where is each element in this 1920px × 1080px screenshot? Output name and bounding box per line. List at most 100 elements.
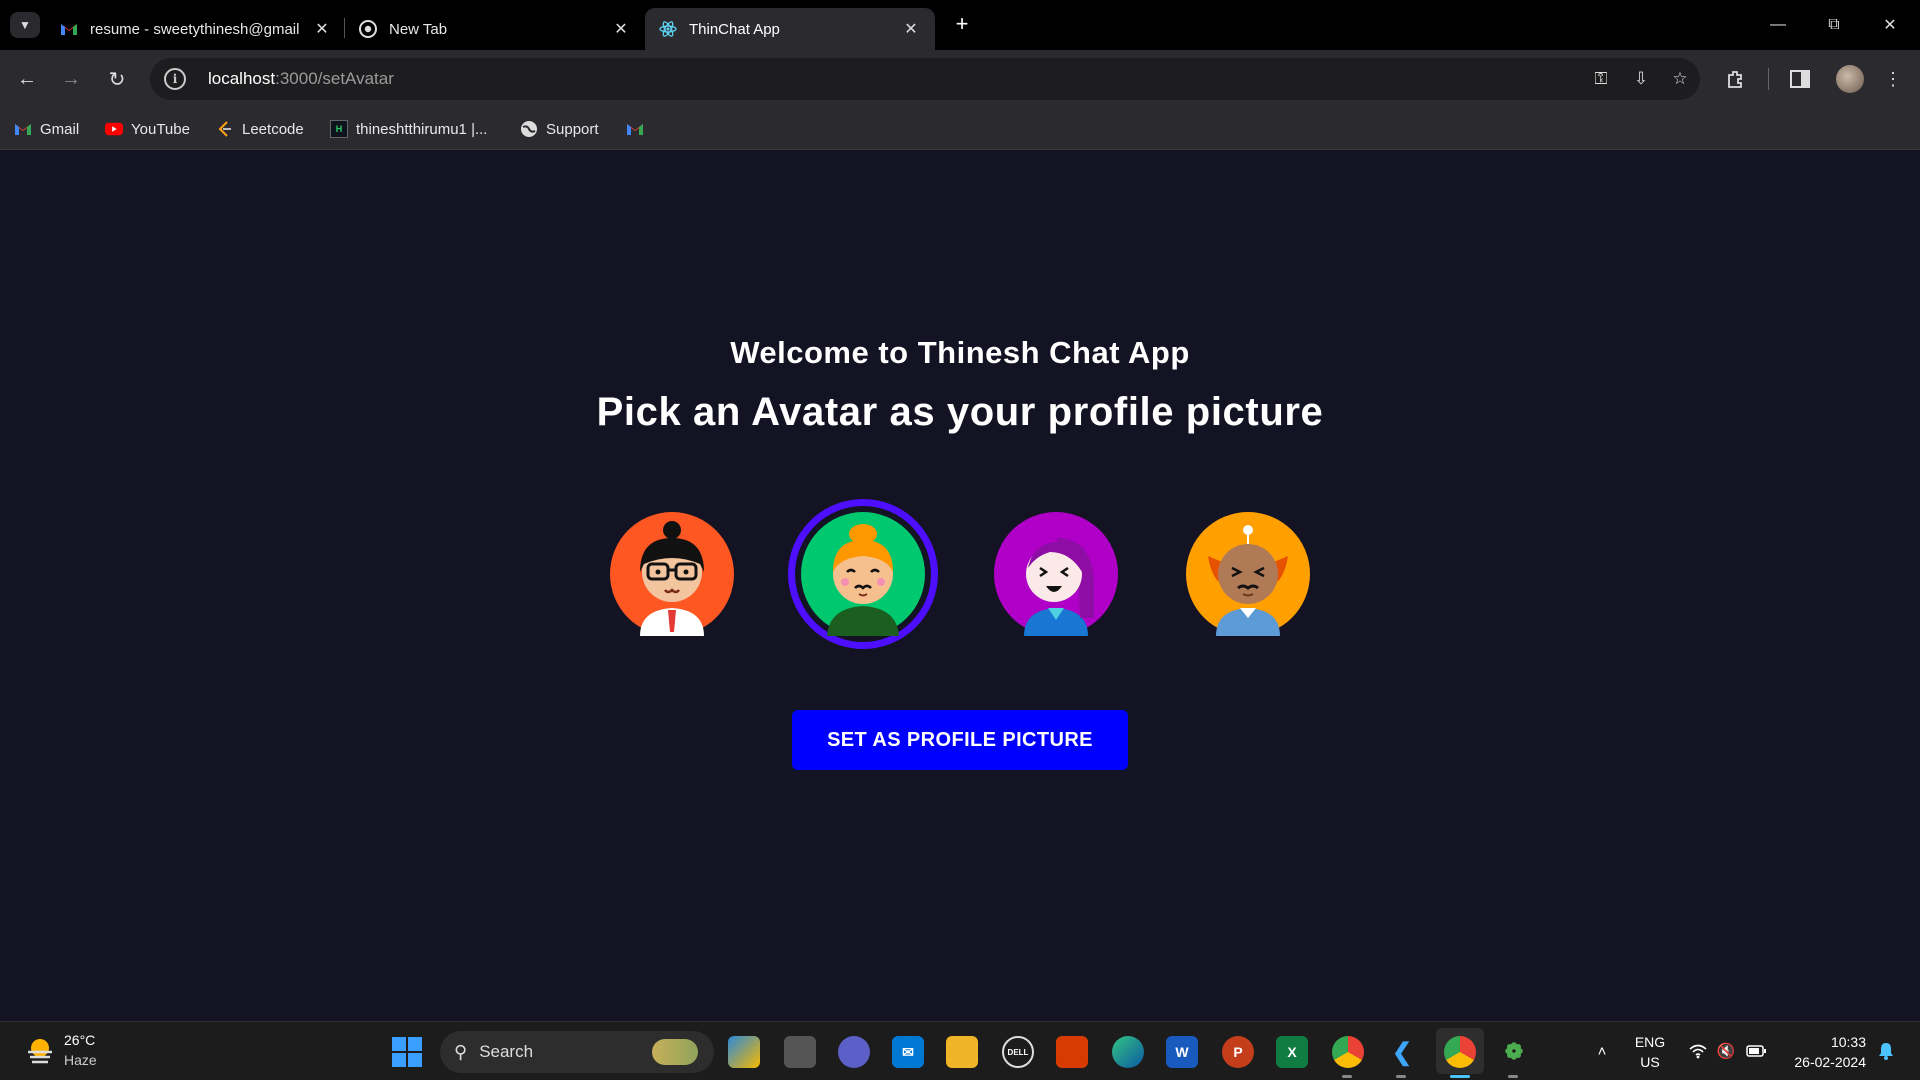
bookmark-hackerrank[interactable]: H thineshtthirumu1 |...: [330, 117, 487, 141]
search-highlight-icon: [652, 1039, 698, 1065]
edge-icon[interactable]: [1112, 1036, 1144, 1068]
mongodb-icon[interactable]: ❁: [1498, 1036, 1530, 1068]
excel-icon[interactable]: X: [1276, 1036, 1308, 1068]
restore-button[interactable]: ⧉: [1814, 10, 1854, 40]
set-profile-picture-button[interactable]: SET AS PROFILE PICTURE: [792, 710, 1128, 770]
site-info-icon[interactable]: i: [164, 68, 186, 90]
minimize-icon: —: [1770, 16, 1786, 33]
bookmark-label: YouTube: [131, 120, 190, 138]
language-indicator[interactable]: ENG US: [1630, 1032, 1670, 1072]
close-icon[interactable]: ✕: [901, 19, 921, 39]
bookmark-support[interactable]: Support: [520, 117, 599, 141]
copilot-icon[interactable]: [728, 1036, 760, 1068]
office-icon[interactable]: [1056, 1036, 1088, 1068]
haze-weather-icon[interactable]: [24, 1036, 56, 1066]
page-heading: Pick an Avatar as your profile picture: [596, 390, 1324, 434]
profile-avatar[interactable]: [1836, 65, 1864, 93]
file-explorer-icon[interactable]: [946, 1036, 978, 1068]
avatar-bun: [801, 512, 925, 636]
gmail-icon: [626, 120, 644, 138]
url-host: localhost: [208, 69, 276, 88]
chrome-icon: [359, 20, 377, 38]
leetcode-icon: [216, 120, 234, 138]
bookmark-youtube[interactable]: YouTube: [105, 117, 190, 141]
reload-icon: ↻: [108, 68, 126, 91]
tab-search-button[interactable]: ▼: [10, 12, 40, 38]
tab-title: New Tab: [389, 20, 448, 38]
back-button[interactable]: ←: [12, 64, 42, 94]
clock-time: 10:33: [1830, 1034, 1866, 1050]
address-bar[interactable]: i localhost:3000/setAvatar ⚿ ⇩ ☆: [150, 58, 1700, 100]
avatar-purple-hair: [994, 512, 1118, 636]
extensions-icon[interactable]: [1722, 65, 1750, 93]
app-running-indicator: [1342, 1075, 1352, 1078]
task-view-icon[interactable]: [784, 1036, 816, 1068]
chevron-up-icon[interactable]: ˄: [1592, 1040, 1612, 1062]
battery-icon[interactable]: [1746, 1040, 1766, 1062]
avatar-option-2[interactable]: [788, 499, 938, 649]
windows-start-icon[interactable]: [392, 1037, 422, 1067]
wifi-icon[interactable]: [1688, 1040, 1708, 1062]
language-code: ENG: [1634, 1034, 1666, 1050]
bookmark-label: Leetcode: [242, 120, 304, 138]
url-path: :3000/setAvatar: [275, 69, 394, 88]
tab-strip: ▼ resume - sweetythinesh@gmail ✕ New Tab…: [0, 0, 1920, 50]
app-running-indicator: [1396, 1075, 1406, 1078]
bookmark-gmail[interactable]: Gmail: [14, 117, 79, 141]
app-running-indicator: [1508, 1075, 1518, 1078]
chrome-profile-icon[interactable]: [1332, 1036, 1364, 1068]
forward-button[interactable]: →: [56, 64, 86, 94]
close-icon[interactable]: ✕: [611, 19, 631, 39]
tab-new-tab[interactable]: New Tab ✕: [345, 8, 645, 50]
bookmark-label: Gmail: [40, 120, 80, 138]
tab-gmail[interactable]: resume - sweetythinesh@gmail ✕: [46, 8, 346, 50]
search-icon: ⚲: [454, 1041, 468, 1062]
close-icon[interactable]: ✕: [312, 19, 332, 39]
word-icon[interactable]: W: [1166, 1036, 1198, 1068]
windows-taskbar: 26°C Haze ⚲ Search ✉ DELL W P X ❮ ❁ ˄ EN…: [0, 1021, 1920, 1080]
avatar-option-4[interactable]: [1186, 512, 1310, 636]
powerpoint-icon[interactable]: P: [1222, 1036, 1254, 1068]
bookmark-gmail-2[interactable]: [626, 117, 652, 141]
menu-icon[interactable]: ⋮: [1879, 65, 1907, 93]
search-placeholder: Search: [479, 1042, 534, 1061]
notification-bell-icon[interactable]: [1876, 1040, 1896, 1062]
side-panel-icon[interactable]: [1786, 65, 1814, 93]
globe-icon: [520, 120, 538, 138]
gmail-icon: [14, 120, 32, 138]
clock[interactable]: 10:33 26-02-2024: [1782, 1032, 1866, 1072]
bookmark-label: thineshtthirumu1 |...: [356, 120, 488, 138]
install-app-icon[interactable]: ⇩: [1630, 68, 1652, 90]
tab-thinchat[interactable]: ThinChat App ✕: [645, 8, 935, 50]
hackerrank-icon: H: [330, 120, 348, 138]
avatar-option-1[interactable]: [610, 512, 734, 636]
region-code: US: [1640, 1054, 1660, 1070]
volume-muted-icon[interactable]: 🔇: [1716, 1040, 1736, 1062]
close-window-button[interactable]: ✕: [1870, 10, 1910, 40]
chevron-down-icon: ▼: [19, 18, 31, 32]
key-icon[interactable]: ⚿: [1590, 68, 1612, 90]
star-icon[interactable]: ☆: [1669, 68, 1691, 90]
gmail-icon: [60, 20, 78, 38]
mail-icon[interactable]: ✉: [892, 1036, 924, 1068]
tab-title: resume - sweetythinesh@gmail: [90, 20, 300, 38]
vscode-icon[interactable]: ❮: [1386, 1036, 1418, 1068]
bookmark-leetcode[interactable]: Leetcode: [216, 117, 304, 141]
app-active-indicator: [1450, 1075, 1470, 1078]
react-icon: [659, 20, 677, 38]
set-avatar-page: Welcome to Thinesh Chat App Pick an Avat…: [0, 151, 1920, 1021]
teams-chat-icon[interactable]: [838, 1036, 870, 1068]
dell-icon[interactable]: DELL: [1002, 1036, 1034, 1068]
arrow-right-icon: →: [61, 67, 81, 90]
new-tab-button[interactable]: +: [950, 12, 974, 38]
weather-description: Haze: [64, 1052, 97, 1068]
minimize-button[interactable]: —: [1758, 10, 1798, 40]
plus-icon: +: [955, 11, 969, 36]
bookmarks-bar: Gmail YouTube Leetcode H thineshtthirumu…: [0, 108, 1920, 150]
taskbar-search-box[interactable]: ⚲ Search: [440, 1031, 714, 1073]
chrome-icon[interactable]: [1444, 1036, 1476, 1068]
reload-button[interactable]: ↻: [102, 64, 132, 94]
avatar-option-3[interactable]: [994, 512, 1118, 636]
close-icon: ✕: [1883, 17, 1897, 34]
restore-icon: ⧉: [1828, 16, 1840, 33]
